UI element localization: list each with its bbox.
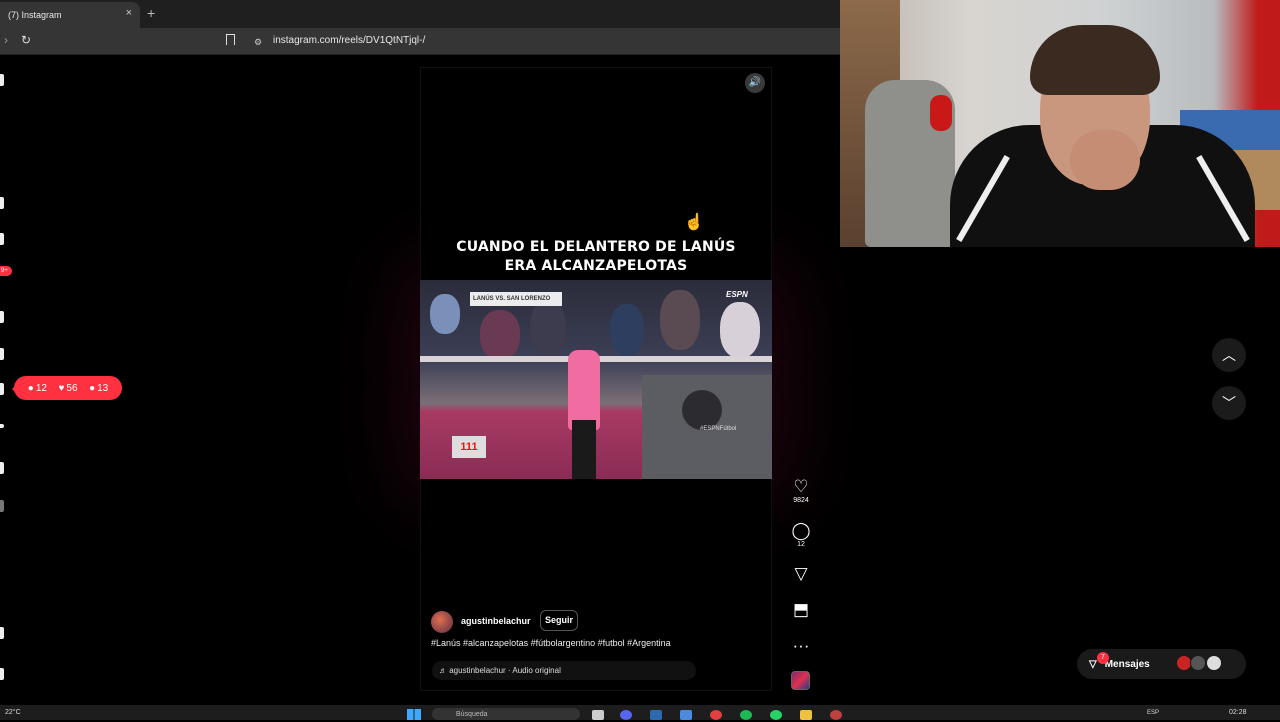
activity-comments: ● 12 [28, 383, 47, 394]
sidebar-messages-icon[interactable] [0, 233, 4, 245]
notification-badge: 9+ [0, 266, 12, 276]
sidebar-home-icon[interactable] [0, 74, 4, 86]
taskbar-clock[interactable]: 02:28 [1229, 709, 1247, 716]
video-frame[interactable]: LANÚS VS. SAN LORENZO ESPN #ESPNFútbol 1… [420, 280, 772, 479]
chevron-down-icon: ﹀ [1222, 395, 1236, 411]
sidebar-more-icon[interactable] [0, 627, 4, 639]
speaker-cone [682, 390, 722, 430]
task-view-icon[interactable] [592, 710, 604, 720]
more-options-button[interactable]: ··· [788, 637, 814, 655]
audio-thumbnail[interactable] [791, 671, 810, 690]
crowd-figure [720, 302, 760, 358]
activity-comments-count: 12 [35, 382, 47, 394]
address-bar[interactable]: instagram.com/reels/DV1QtNTjql-/ [273, 35, 425, 46]
site-info-icon[interactable]: ⚙ [254, 37, 262, 48]
mouse-cursor-icon: ☝ [684, 214, 704, 231]
sidebar-notifications-icon[interactable] [0, 383, 4, 395]
heart-icon: ♡ [793, 477, 809, 496]
tab-title: (7) Instagram [8, 10, 62, 20]
sidebar-avatar[interactable] [0, 500, 4, 512]
chevron-up-icon: ︿ [1222, 347, 1236, 363]
webcam-plush [930, 95, 952, 131]
sidebar-meta-icon[interactable] [0, 668, 4, 680]
video-network-logo: ESPN [726, 290, 748, 299]
crowd-figure [430, 294, 460, 334]
weather-widget[interactable]: 22°C [5, 709, 21, 716]
taskbar [0, 705, 1280, 720]
share-button[interactable]: ▽ [788, 565, 814, 583]
tab-close-icon[interactable]: × [126, 7, 132, 19]
video-hashtag: #ESPNFútbol [700, 426, 737, 432]
caption-line-2: ERA ALCANZAPELOTAS [504, 258, 688, 274]
spotify-icon[interactable] [740, 710, 752, 720]
activity-likes-count: 56 [66, 382, 78, 394]
reel-hashtags[interactable]: #Lanús #alcanzapelotas #fútbolargentino … [431, 638, 671, 648]
caption-line-1: CUANDO EL DELANTERO DE LANÚS [456, 239, 736, 255]
folder-icon[interactable] [800, 710, 812, 720]
player-figure [568, 350, 600, 430]
heart-icon: ♥ [58, 382, 65, 394]
windows-start-icon[interactable] [407, 709, 421, 720]
crowd-figure [480, 310, 520, 360]
video-match-banner: LANÚS VS. SAN LORENZO [470, 292, 562, 306]
comment-button[interactable]: ◯ 12 [788, 521, 814, 549]
discord-icon[interactable] [620, 710, 632, 720]
crowd-figure [530, 300, 566, 356]
activity-likes: ♥ 56 [58, 383, 77, 394]
app-icon[interactable] [680, 710, 692, 720]
sidebar-explore-icon[interactable] [0, 348, 4, 360]
tab-instagram[interactable]: (7) Instagram × [0, 2, 140, 28]
sidebar-search-icon[interactable] [0, 311, 4, 323]
send-icon: ▽ [794, 564, 808, 583]
sidebar-profile-icon[interactable] [0, 462, 4, 474]
messages-label: Mensajes [1104, 658, 1150, 670]
bookmark-icon[interactable] [226, 34, 235, 45]
player-legs [572, 420, 596, 479]
more-icon: ··· [792, 636, 810, 655]
messages-badge: 7 [1097, 652, 1109, 664]
webcam-person-hand [1070, 130, 1140, 190]
volume-icon[interactable]: 🔊 [745, 73, 765, 93]
comment-icon: ◯ [791, 521, 811, 540]
save-button[interactable]: ⬒ [788, 601, 814, 619]
language-indicator[interactable]: ESP [1147, 710, 1159, 716]
sidebar-create-icon[interactable] [0, 424, 4, 428]
audio-track-link[interactable]: ♬ agustinbelachur · Audio original [432, 661, 696, 680]
author-avatar[interactable] [431, 611, 453, 633]
sidebar-reels-icon[interactable] [0, 197, 4, 209]
like-count: 9824 [793, 497, 809, 504]
webcam-feed [840, 0, 1280, 247]
previous-reel-button[interactable]: ︿ [1212, 338, 1246, 372]
follow-button[interactable]: Seguir [540, 610, 578, 631]
video-corner-logo: 111 [452, 436, 486, 458]
message-avatar [1206, 655, 1222, 671]
new-tab-button[interactable]: + [147, 5, 155, 21]
bookmark-icon: ⬒ [792, 600, 810, 619]
messages-icon: ▽ [1089, 658, 1097, 670]
chrome-icon[interactable] [710, 710, 722, 720]
like-button[interactable]: ♡ 9824 [788, 477, 814, 505]
taskbar-search[interactable]: Búsqueda [432, 708, 580, 720]
person-icon: ● [89, 382, 96, 394]
forward-icon[interactable]: › [4, 33, 8, 47]
activity-notification-pill[interactable]: ● 12 ♥ 56 ● 13 [12, 376, 122, 400]
whatsapp-icon[interactable] [770, 710, 782, 720]
message-avatar [1190, 655, 1206, 671]
next-reel-button[interactable]: ﹀ [1212, 386, 1246, 420]
reel-caption-overlay: CUANDO EL DELANTERO DE LANÚS ERA ALCANZA… [420, 238, 772, 276]
webcam-person-hair [1030, 25, 1160, 95]
divider [0, 54, 840, 55]
crowd-figure [660, 290, 700, 350]
activity-follows: ● 13 [89, 383, 108, 394]
activity-follows-count: 13 [97, 382, 109, 394]
crowd-figure [610, 304, 644, 356]
comment-icon: ● [27, 382, 34, 394]
comment-count: 12 [797, 541, 805, 548]
author-username[interactable]: agustinbelachur [461, 616, 531, 626]
app-icon[interactable] [650, 710, 662, 720]
reload-icon[interactable]: ↻ [21, 33, 31, 47]
app-icon[interactable] [830, 710, 842, 720]
